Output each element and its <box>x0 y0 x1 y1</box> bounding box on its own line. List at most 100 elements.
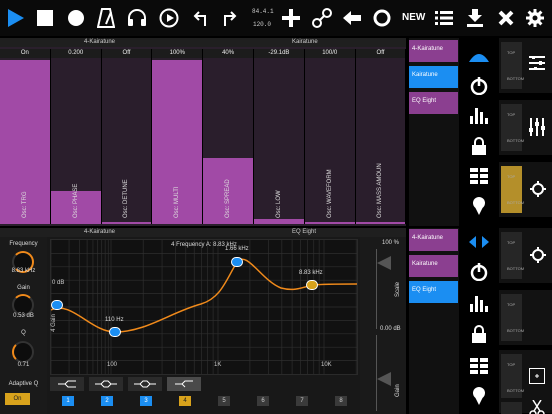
track-strip-3[interactable]: TOP BOTTOM <box>499 162 552 218</box>
freq-tick-100: 100 <box>107 362 118 368</box>
track-strip-2[interactable]: TOP BOTTOM <box>499 100 552 156</box>
device-item[interactable]: EQ Eight <box>409 281 458 303</box>
upper-device-list: 4-Kairatune Kairatune EQ Eight <box>409 38 459 226</box>
undo-icon[interactable] <box>188 6 212 30</box>
scissors-icon[interactable] <box>529 399 545 414</box>
headphones-icon[interactable] <box>125 6 149 30</box>
band-8-toggle[interactable]: 8 <box>335 396 347 406</box>
macro-label: Osc: LOW <box>275 190 282 218</box>
band-4-toggle[interactable]: 4 <box>179 396 191 406</box>
band-4-handle[interactable] <box>306 280 318 290</box>
track-strip-1[interactable]: TOP BOTTOM <box>499 38 552 94</box>
faders-icon[interactable] <box>529 118 545 141</box>
transport-toolbar: 84.4.1 120.0 NEW <box>0 0 552 36</box>
track-tag: BOTTOM <box>507 388 525 393</box>
loop-circle-icon[interactable] <box>370 6 394 30</box>
tempo-display[interactable]: 84.4.1 120.0 <box>252 5 274 31</box>
macro-slider-8[interactable]: Off Osc: MASS AMOUN <box>355 49 407 224</box>
band-5-toggle[interactable]: 5 <box>218 396 230 406</box>
device-item[interactable]: 4-Kairatune <box>409 40 458 62</box>
grid-icon[interactable] <box>461 162 497 190</box>
track-tag: BOTTOM <box>507 138 525 143</box>
device-item[interactable]: EQ Eight <box>409 92 458 114</box>
macro-value: -29.1dB <box>254 49 304 58</box>
band-3-handle[interactable] <box>231 257 243 267</box>
macro-slider-5[interactable]: 40% Osc: SPREAD <box>203 49 254 224</box>
track-tag: TOP <box>507 302 516 307</box>
macro-slider-7[interactable]: 100/0 Osc: WAVEFORM <box>304 49 356 224</box>
q-knob[interactable] <box>12 341 34 363</box>
macro-value: Off <box>101 49 152 58</box>
output-gain-label: Gain <box>395 384 401 397</box>
pin-icon[interactable] <box>461 382 497 410</box>
pin-icon[interactable] <box>461 192 497 220</box>
device-item[interactable]: Kairatune <box>409 255 458 277</box>
macro-value: On <box>0 49 50 58</box>
band-4-label: 8.83 kHz <box>299 270 323 276</box>
gear-icon[interactable] <box>529 180 547 203</box>
macro-slider-1[interactable]: On Osc: TRG <box>0 49 51 224</box>
levels-icon[interactable] <box>461 290 497 318</box>
macro-level-fill <box>304 222 355 224</box>
track-strip-7[interactable] <box>499 398 552 414</box>
output-gain-handle-icon[interactable] <box>377 372 391 386</box>
bell-filter-icon <box>95 380 117 388</box>
track-tag: BOTTOM <box>507 200 525 205</box>
scale-value: 100 % <box>382 240 400 246</box>
macro-slider-4[interactable]: 100% Osc: MULTI <box>152 49 204 224</box>
macro-label: Osc: MULTI <box>174 186 181 218</box>
mixer-icon[interactable] <box>529 55 545 75</box>
band-6-toggle[interactable]: 6 <box>257 396 269 406</box>
record-icon[interactable] <box>64 6 88 30</box>
macro-label: Osc: WAVEFORM <box>326 169 333 218</box>
eq-curve-display[interactable]: 4 Frequency A: 8.83 kHz 0 dB 4 Gain 100 … <box>50 239 358 375</box>
macro-slider-3[interactable]: Off Osc: DETUNE <box>101 49 153 224</box>
list-icon[interactable] <box>432 6 456 30</box>
lock-icon[interactable] <box>461 132 497 160</box>
adaptive-q-toggle[interactable]: On <box>5 393 30 405</box>
band-2-filter-type[interactable] <box>89 377 123 391</box>
band-1-filter-type[interactable] <box>50 377 84 391</box>
close-icon[interactable] <box>494 6 518 30</box>
device-item[interactable]: 4-Kairatune <box>409 229 458 251</box>
redo-icon[interactable] <box>218 6 242 30</box>
band-4-filter-type[interactable] <box>167 377 201 391</box>
link-icon[interactable] <box>310 6 334 30</box>
grid-icon[interactable] <box>461 352 497 380</box>
expand-horizontal-icon[interactable] <box>461 228 497 256</box>
band-3-filter-type[interactable] <box>128 377 162 391</box>
band-3-toggle[interactable]: 3 <box>140 396 152 406</box>
lock-icon[interactable] <box>461 320 497 348</box>
play-icon[interactable] <box>4 6 28 30</box>
metronome-icon[interactable] <box>94 6 118 30</box>
gain-value: 0.53 dB <box>13 313 34 319</box>
collapse-up-icon[interactable] <box>461 42 497 70</box>
gear-icon[interactable] <box>529 246 547 269</box>
band-7-toggle[interactable]: 7 <box>296 396 308 406</box>
power-icon[interactable] <box>461 72 497 100</box>
settings-gear-icon[interactable] <box>523 6 547 30</box>
session-play-icon[interactable] <box>157 6 181 30</box>
band-2-toggle[interactable]: 2 <box>101 396 113 406</box>
macro-slider-6[interactable]: -29.1dB Osc: LOW <box>254 49 305 224</box>
new-button[interactable]: NEW <box>402 12 425 23</box>
expand-box-icon[interactable] <box>529 368 545 389</box>
device-item[interactable]: Kairatune <box>409 66 458 88</box>
output-gain-value: 0.00 dB <box>380 326 401 332</box>
band-1-toggle[interactable]: 1 <box>62 396 74 406</box>
track-strip-5[interactable]: TOP BOTTOM <box>499 290 552 346</box>
scale-slider-handle-icon[interactable] <box>377 256 391 270</box>
stop-icon[interactable] <box>33 6 57 30</box>
track-tag: BOTTOM <box>507 266 525 271</box>
download-icon[interactable] <box>463 6 487 30</box>
band-1-handle[interactable] <box>51 300 63 310</box>
macro-value: 0.200 <box>50 49 101 58</box>
back-arrow-icon[interactable] <box>340 6 364 30</box>
band-2-handle[interactable] <box>109 327 121 337</box>
add-icon[interactable] <box>279 6 303 30</box>
macro-slider-2[interactable]: 0.200 Osc: PHASE <box>50 49 102 224</box>
low-cut-filter-icon <box>58 380 76 388</box>
track-strip-4[interactable]: TOP BOTTOM <box>499 228 552 284</box>
levels-icon[interactable] <box>461 102 497 130</box>
power-icon[interactable] <box>461 258 497 286</box>
